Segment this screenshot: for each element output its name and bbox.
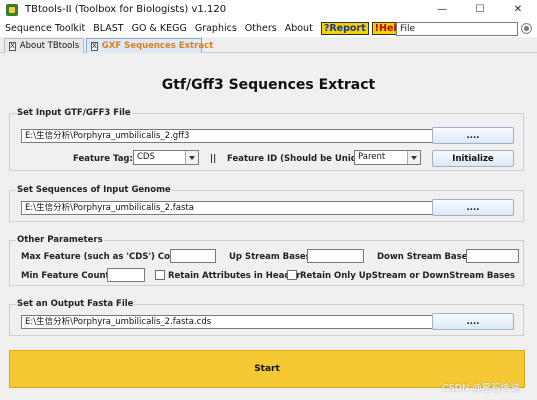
tab-strip: X About TBtools X GXF Sequences Extract [0, 37, 537, 53]
tab-about-tbtools[interactable]: X About TBtools [4, 38, 84, 53]
min-feature-label: Min Feature Counts: [21, 271, 119, 281]
retain-attributes-label: Retain Attributes in Header [168, 271, 301, 281]
tbtools-app-icon [6, 3, 18, 16]
min-feature-field[interactable] [107, 268, 145, 282]
feature-id-select[interactable]: Parent [354, 150, 421, 165]
group-title: Other Parameters [16, 235, 104, 245]
max-feature-label: Max Feature (such as 'CDS') Counts: [21, 252, 195, 262]
retain-updown-checkbox[interactable] [287, 270, 297, 280]
gtf-browse-button[interactable]: .... [432, 127, 514, 144]
feature-tag-label: Feature Tag: [73, 154, 133, 164]
radio-icon[interactable] [521, 23, 532, 34]
max-feature-field[interactable] [170, 249, 216, 263]
output-browse-button[interactable]: .... [432, 313, 514, 330]
genome-input-group: Set Sequences of Input Genome E:\生信分析\Po… [9, 185, 524, 222]
genome-browse-button[interactable]: .... [432, 199, 514, 216]
report-button[interactable]: ?Report [320, 21, 369, 35]
window-controls: — ☐ ✕ [423, 0, 537, 19]
feature-tag-value: CDS [137, 152, 155, 162]
gtf-file-field[interactable]: E:\生信分析\Porphyra_umbilicalis_2.gff3 [21, 129, 461, 143]
group-title: Set an Output Fasta File [16, 299, 135, 309]
page-title: Gtf/Gff3 Sequences Extract [161, 77, 376, 93]
watermark: CSDN @星石传说 [442, 383, 520, 394]
initialize-button[interactable]: Initialize [432, 150, 514, 167]
close-icon[interactable]: X [91, 41, 98, 51]
tab-label: GXF Sequences Extract [101, 41, 214, 51]
group-title: Set Sequences of Input Genome [16, 185, 172, 195]
group-title: Set Input GTF/GFF3 File [16, 108, 132, 118]
gtf-input-group: Set Input GTF/GFF3 File E:\生信分析\Porphyra… [9, 108, 524, 171]
output-group: Set an Output Fasta File E:\生信分析\Porphyr… [9, 299, 524, 336]
retain-attributes-checkbox[interactable] [155, 270, 165, 280]
upstream-label: Up Stream Bases: [229, 252, 315, 262]
separator-label: || [210, 154, 217, 164]
feature-tag-select[interactable]: CDS [133, 150, 199, 165]
parameters-group: Other Parameters Max Feature (such as 'C… [9, 235, 524, 286]
output-file-field[interactable]: E:\生信分析\Porphyra_umbilicalis_2.fasta.cds [21, 315, 461, 329]
title-bar: TBtools-II (Toolbox for Biologists) v1.1… [0, 0, 537, 19]
close-icon[interactable]: X [9, 41, 16, 51]
close-button[interactable]: ✕ [499, 0, 537, 19]
feature-id-value: Parent [358, 152, 386, 162]
menu-blast[interactable]: BLAST [89, 23, 127, 34]
menu-others[interactable]: Others [241, 23, 281, 34]
menu-go-kegg[interactable]: GO & KEGG [128, 23, 191, 34]
menu-about[interactable]: About [281, 23, 317, 34]
search-input[interactable]: File [396, 22, 518, 36]
downstream-field[interactable] [466, 249, 519, 263]
main-panel: Gtf/Gff3 Sequences Extract Set Input GTF… [0, 53, 537, 400]
minimize-button[interactable]: — [423, 0, 461, 19]
downstream-label: Down Stream Bases: [377, 252, 476, 262]
maximize-button[interactable]: ☐ [461, 0, 499, 19]
chevron-down-icon [185, 151, 198, 164]
tab-gxf-sequences-extract[interactable]: X GXF Sequences Extract [86, 38, 213, 53]
window-title: TBtools-II (Toolbox for Biologists) v1.1… [25, 4, 227, 15]
retain-updown-label: Retain Only UpStream or DownStream Bases [300, 271, 515, 281]
genome-file-field[interactable]: E:\生信分析\Porphyra_umbilicalis_2.fasta [21, 201, 461, 215]
chevron-down-icon [407, 151, 420, 164]
tab-label: About TBtools [19, 41, 80, 51]
menu-sequence-toolkit[interactable]: Sequence Toolkit [0, 23, 89, 34]
upstream-field[interactable] [307, 249, 364, 263]
menu-graphics[interactable]: Graphics [191, 23, 241, 34]
